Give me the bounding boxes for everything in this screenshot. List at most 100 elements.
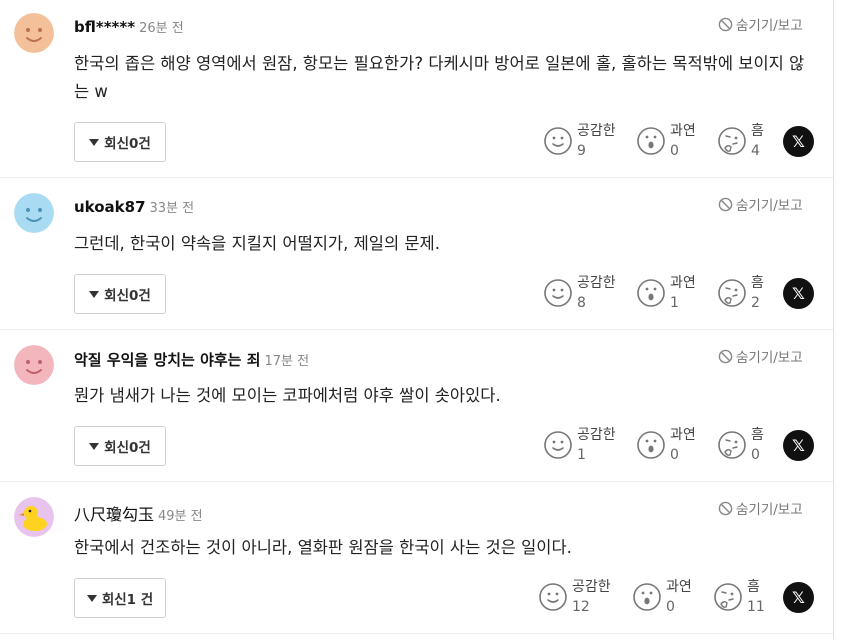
avatar[interactable]: [14, 193, 54, 233]
reaction-empathy-button[interactable]: 공감한 12: [538, 577, 611, 617]
reaction-hmm-button[interactable]: 흠2: [717, 273, 764, 313]
reaction-count: 1: [577, 447, 586, 463]
avatar[interactable]: [14, 345, 54, 385]
hide-report-button[interactable]: 숨기기/보고: [718, 14, 803, 34]
smile-face-icon: [544, 431, 572, 459]
reply-toggle-button[interactable]: 회신0건: [74, 122, 166, 162]
caret-down-icon: [89, 290, 100, 298]
author-nickname[interactable]: ukoak87: [74, 198, 146, 216]
x-share-button[interactable]: 𝕏: [783, 582, 814, 613]
reaction-empathy-button[interactable]: 공감한 8: [543, 273, 616, 313]
reaction-count: 9: [577, 143, 586, 159]
x-logo-icon: 𝕏: [792, 436, 805, 455]
reaction-count: 4: [751, 143, 760, 159]
reaction-hmm-button[interactable]: 흠 11: [713, 577, 765, 617]
caret-down-icon: [89, 442, 100, 450]
comment-author: 악질 우익을 망치는 야후는 죄 17분 전: [74, 349, 309, 370]
reply-toggle-button[interactable]: 회신0건: [74, 274, 166, 314]
reaction-indeed-button[interactable]: 과연 0: [636, 425, 696, 465]
hide-report-button[interactable]: 숨기기/보고: [718, 346, 803, 366]
comment-author: bfl***** 26분 전: [74, 17, 184, 36]
reaction-indeed-button[interactable]: 과연 0: [632, 577, 692, 617]
x-share-button[interactable]: 𝕏: [783, 430, 814, 461]
reaction-count: 1: [670, 295, 679, 311]
reaction-label: 공감한: [577, 275, 616, 291]
smile-face-icon: [539, 583, 567, 611]
reply-count-label: 회신0건: [104, 288, 151, 304]
reaction-label: 흠: [751, 427, 764, 443]
comment-item: bfl***** 26분 전 숨기기/보고 한국의 좁은 해양 영역에서 원잠, …: [0, 0, 833, 178]
comment-time: 26분 전: [139, 21, 184, 36]
reaction-count: 2: [751, 295, 760, 311]
hide-report-button[interactable]: 숨기기/보고: [718, 194, 803, 214]
reaction-count: 11: [747, 599, 765, 615]
comment-text: 한국에서 건조하는 것이 아니라, 열화판 원잠을 한국이 사는 것은 일이다.: [74, 538, 572, 557]
comment-time: 33분 전: [149, 201, 195, 216]
surprised-face-icon: [637, 431, 665, 459]
comment-item: ukoak87 33분 전 숨기기/보고 그런데, 한국이 약속을 지킬지 어떨지…: [0, 178, 833, 330]
reaction-label: 과연: [670, 123, 696, 139]
comment-text: 한국의 좁은 해양 영역에서 원잠, 항모는 필요한가? 다케시마 방어로 일본…: [74, 54, 805, 101]
reaction-hmm-button[interactable]: 흠0: [717, 425, 764, 465]
reaction-empathy-button[interactable]: 공감한 9: [543, 121, 616, 161]
reaction-label: 과연: [666, 579, 692, 595]
hide-report-label: 숨기기/보고: [736, 502, 803, 518]
avatar[interactable]: [14, 497, 54, 537]
block-icon: [718, 501, 733, 515]
reaction-count: 0: [751, 447, 760, 463]
reaction-label: 공감한: [577, 123, 616, 139]
rubber-duck-avatar-icon: [14, 497, 54, 537]
reaction-count: 0: [670, 143, 679, 159]
reply-toggle-button[interactable]: 회신0건: [74, 426, 166, 466]
reply-count-label: 회신1 건: [101, 592, 154, 608]
caret-down-icon: [89, 138, 100, 146]
x-logo-icon: 𝕏: [792, 132, 805, 151]
reaction-count: 8: [577, 295, 586, 311]
x-share-button[interactable]: 𝕏: [783, 126, 814, 157]
thinking-face-icon: [714, 583, 742, 611]
reaction-label: 과연: [670, 427, 696, 443]
author-nickname[interactable]: bfl*****: [74, 18, 135, 36]
block-icon: [718, 17, 733, 31]
reaction-label: 흠: [747, 579, 760, 595]
comment-time: 17분 전: [264, 354, 310, 369]
reaction-empathy-button[interactable]: 공감한 1: [543, 425, 616, 465]
x-logo-icon: 𝕏: [792, 588, 805, 607]
reaction-count: 0: [666, 599, 675, 615]
reaction-count: 12: [572, 599, 590, 615]
block-icon: [718, 349, 733, 363]
comment-text: 뭔가 냄새가 나는 것에 모이는 코파에처럼 야후 쌀이 솟아있다.: [74, 386, 501, 405]
reaction-label: 공감한: [577, 427, 616, 443]
reaction-hmm-button[interactable]: 흠4: [717, 121, 764, 161]
reaction-label: 흠: [751, 123, 764, 139]
reaction-label: 과연: [670, 275, 696, 291]
hide-report-label: 숨기기/보고: [736, 198, 803, 214]
thinking-face-icon: [718, 431, 746, 459]
avatar[interactable]: [14, 13, 54, 53]
block-icon: [718, 197, 733, 211]
reply-toggle-button[interactable]: 회신1 건: [74, 578, 166, 618]
reaction-count: 0: [670, 447, 679, 463]
author-nickname[interactable]: 악질 우익을 망치는 야후는 죄: [74, 351, 261, 369]
comment-time: 49분 전: [158, 509, 203, 524]
comment-author: ukoak87 33분 전: [74, 197, 194, 216]
reaction-indeed-button[interactable]: 과연 1: [636, 273, 696, 313]
thinking-face-icon: [718, 127, 746, 155]
x-share-button[interactable]: 𝕏: [783, 278, 814, 309]
scroll-rail: [833, 0, 834, 640]
comment-item: 八尺瓊勾玉 49분 전 숨기기/보고 한국에서 건조하는 것이 아니라, 열화판 …: [0, 482, 833, 634]
thinking-face-icon: [718, 279, 746, 307]
comment-item: 악질 우익을 망치는 야후는 죄 17분 전 숨기기/보고 뭔가 냄새가 나는 것…: [0, 330, 833, 482]
author-nickname[interactable]: 八尺瓊勾玉: [74, 505, 154, 524]
hide-report-label: 숨기기/보고: [736, 18, 803, 34]
surprised-face-icon: [633, 583, 661, 611]
surprised-face-icon: [637, 279, 665, 307]
reaction-indeed-button[interactable]: 과연 0: [636, 121, 696, 161]
caret-down-icon: [86, 594, 97, 602]
reply-count-label: 회신0건: [104, 440, 151, 456]
surprised-face-icon: [637, 127, 665, 155]
hide-report-label: 숨기기/보고: [736, 350, 803, 366]
hide-report-button[interactable]: 숨기기/보고: [718, 498, 803, 518]
comment-text: 그런데, 한국이 약속을 지킬지 어떨지가, 제일의 문제.: [74, 234, 440, 253]
reaction-label: 흠: [751, 275, 764, 291]
